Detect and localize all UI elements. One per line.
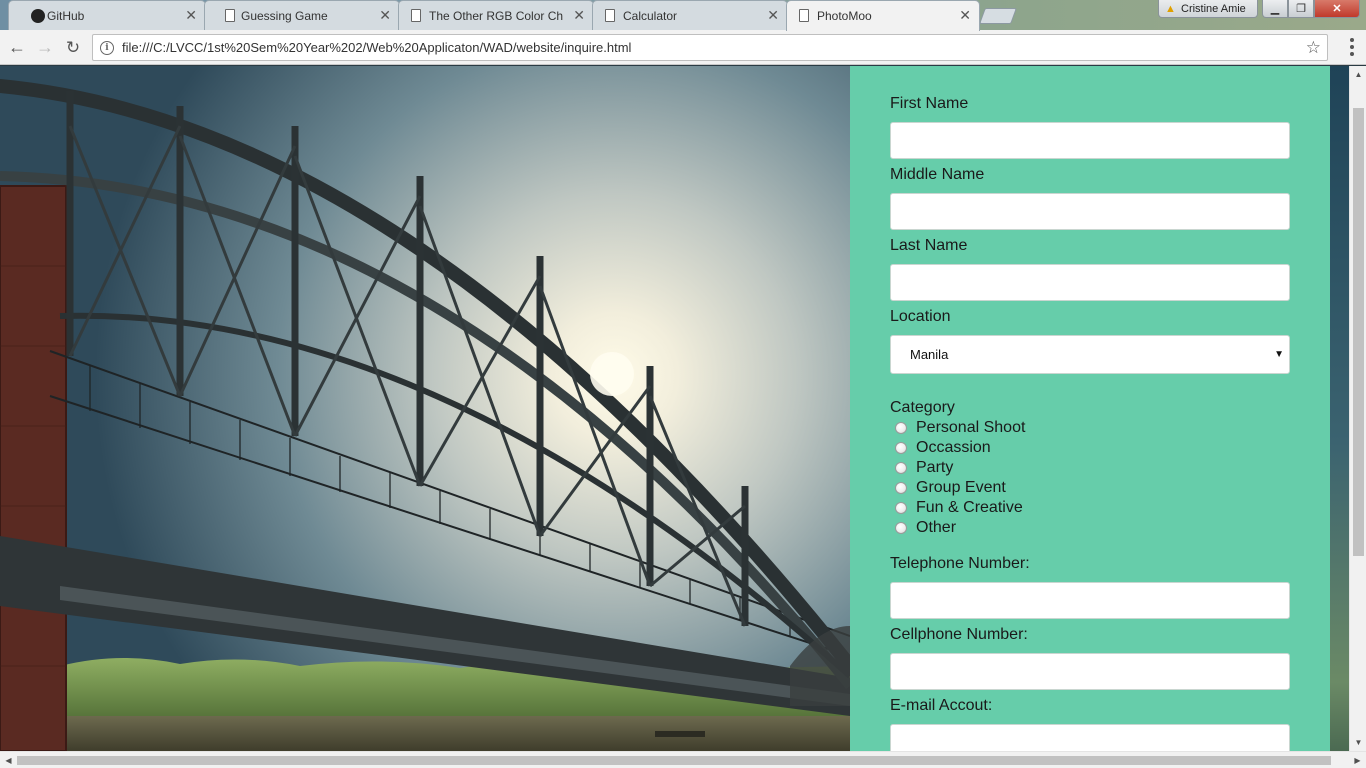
- profile-button[interactable]: ▲ Cristine Amie: [1158, 0, 1258, 18]
- category-option[interactable]: Occassion: [890, 438, 1025, 458]
- radio-button[interactable]: [895, 462, 907, 474]
- tab-guessing-game[interactable]: Guessing Game ✕: [204, 0, 400, 30]
- close-icon[interactable]: ✕: [959, 8, 971, 22]
- info-icon[interactable]: i: [100, 40, 114, 55]
- middle-name-group: Middle Name: [890, 165, 1290, 230]
- tab-title: The Other RGB Color Ch: [429, 8, 564, 23]
- tab-title: Calculator: [623, 8, 678, 23]
- star-icon[interactable]: ☆: [1306, 38, 1321, 58]
- close-icon[interactable]: ✕: [573, 8, 585, 22]
- inquiry-form: First Name Middle Name Last Name Locatio…: [850, 66, 1330, 751]
- location-select[interactable]: Manila ▼: [890, 335, 1290, 374]
- tab-calculator[interactable]: Calculator ✕: [592, 0, 788, 30]
- background-strip: [1330, 66, 1349, 751]
- warning-icon: ▲: [1165, 3, 1176, 15]
- arrow-right-icon[interactable]: →: [34, 36, 56, 58]
- reload-icon[interactable]: ↻: [62, 36, 84, 58]
- dropdown-caret-icon: ▼: [1274, 349, 1284, 360]
- category-group: Category Personal Shoot Occassion Party …: [890, 398, 1025, 538]
- location-group: Location Manila ▼: [890, 307, 1290, 374]
- github-icon: [31, 9, 45, 23]
- new-tab-button[interactable]: [979, 8, 1017, 24]
- vertical-scrollbar[interactable]: ▲ ▼: [1349, 66, 1366, 751]
- telephone-input[interactable]: [890, 582, 1290, 619]
- address-bar[interactable]: i file:///C:/LVCC/1st%20Sem%20Year%202/W…: [92, 34, 1328, 61]
- vertical-scroll-thumb[interactable]: [1353, 108, 1364, 556]
- tab-github[interactable]: GitHub ✕: [8, 0, 206, 30]
- category-option[interactable]: Fun & Creative: [890, 498, 1025, 518]
- middle-name-label: Middle Name: [890, 166, 985, 183]
- category-option-label: Party: [916, 459, 954, 476]
- scroll-down-icon[interactable]: ▼: [1350, 734, 1366, 751]
- category-option[interactable]: Other: [890, 518, 1025, 538]
- telephone-label: Telephone Number:: [890, 555, 1030, 572]
- last-name-label: Last Name: [890, 237, 968, 254]
- tab-title: PhotoMoo: [817, 9, 872, 23]
- scroll-up-icon[interactable]: ▲: [1350, 66, 1366, 83]
- horizontal-scroll-thumb[interactable]: [17, 756, 1331, 765]
- radio-button[interactable]: [895, 482, 907, 494]
- arrow-left-icon[interactable]: ←: [6, 36, 28, 58]
- cellphone-group: Cellphone Number:: [890, 625, 1290, 690]
- close-icon[interactable]: ✕: [185, 8, 197, 22]
- location-selected-value: Manila: [910, 347, 949, 362]
- email-label: E-mail Accout:: [890, 697, 993, 714]
- browser-toolbar: ← → ↻ i file:///C:/LVCC/1st%20Sem%20Year…: [0, 30, 1366, 65]
- category-option[interactable]: Group Event: [890, 478, 1025, 498]
- close-window-button[interactable]: ✕: [1314, 0, 1360, 18]
- email-input[interactable]: [890, 724, 1290, 751]
- scroll-right-icon[interactable]: ▶: [1349, 752, 1366, 768]
- bridge-illustration: [0, 66, 850, 751]
- bridge-photo: [0, 66, 850, 751]
- radio-button[interactable]: [895, 522, 907, 534]
- tab-rgb-color-chart[interactable]: The Other RGB Color Ch ✕: [398, 0, 594, 30]
- scroll-left-icon[interactable]: ◀: [0, 752, 17, 768]
- location-label: Location: [890, 308, 951, 325]
- tab-photomoo[interactable]: PhotoMoo ✕: [786, 0, 980, 31]
- category-label: Category: [890, 399, 955, 416]
- kebab-menu-icon[interactable]: [1350, 38, 1354, 56]
- page-icon: [411, 9, 421, 22]
- category-option-label: Occassion: [916, 439, 991, 456]
- maximize-button[interactable]: ❐: [1288, 0, 1314, 18]
- category-option-label: Other: [916, 519, 957, 536]
- first-name-input[interactable]: [890, 122, 1290, 159]
- url-text[interactable]: file:///C:/LVCC/1st%20Sem%20Year%202/Web…: [122, 40, 1306, 55]
- minimize-button[interactable]: ▁: [1262, 0, 1288, 18]
- category-option[interactable]: Party: [890, 458, 1025, 478]
- category-option[interactable]: Personal Shoot: [890, 418, 1025, 438]
- middle-name-input[interactable]: [890, 193, 1290, 230]
- email-group: E-mail Accout:: [890, 696, 1290, 751]
- category-option-label: Personal Shoot: [916, 419, 1026, 436]
- radio-button[interactable]: [895, 422, 907, 434]
- page-icon: [799, 9, 809, 22]
- close-icon[interactable]: ✕: [379, 8, 391, 22]
- first-name-group: First Name: [890, 94, 1290, 159]
- last-name-group: Last Name: [890, 236, 1290, 301]
- category-option-label: Group Event: [916, 479, 1006, 496]
- page-viewport: First Name Middle Name Last Name Locatio…: [0, 66, 1349, 751]
- first-name-label: First Name: [890, 95, 969, 112]
- page-icon: [605, 9, 615, 22]
- page-icon: [225, 9, 235, 22]
- radio-button[interactable]: [895, 502, 907, 514]
- tab-title: Guessing Game: [241, 8, 328, 23]
- cellphone-input[interactable]: [890, 653, 1290, 690]
- telephone-group: Telephone Number:: [890, 554, 1290, 619]
- last-name-input[interactable]: [890, 264, 1290, 301]
- cellphone-label: Cellphone Number:: [890, 626, 1028, 643]
- category-option-label: Fun & Creative: [916, 499, 1023, 516]
- horizontal-scrollbar[interactable]: ◀ ▶: [0, 751, 1366, 768]
- close-icon[interactable]: ✕: [767, 8, 779, 22]
- tab-strip: GitHub ✕ Guessing Game ✕ The Other RGB C…: [0, 0, 1366, 31]
- radio-button[interactable]: [895, 442, 907, 454]
- profile-name: Cristine Amie: [1181, 2, 1246, 15]
